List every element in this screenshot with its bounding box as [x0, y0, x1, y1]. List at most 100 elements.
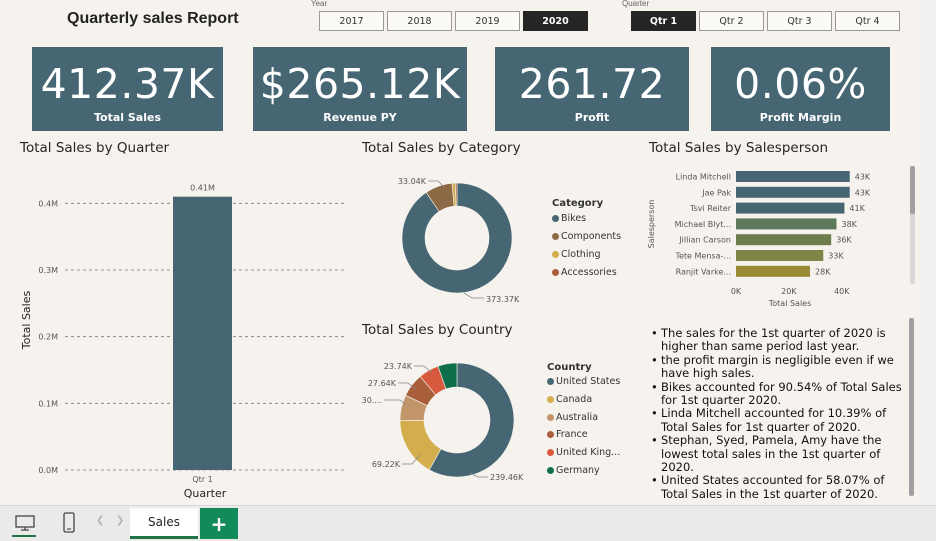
kpi-profit-card[interactable]: 261.72 Profit — [495, 47, 689, 131]
slice-data-label: 27.64K — [368, 379, 397, 388]
kpi-revenue-py-card[interactable]: $265.12K Revenue PY — [253, 47, 467, 131]
slice-data-label: 373.37K — [486, 295, 520, 304]
country-legend-item[interactable]: Canada — [547, 391, 620, 409]
smart-narrative: • The sales for the 1st quarter of 2020 i… — [651, 327, 903, 499]
quarter-option-qtr1[interactable]: Qtr 1 — [631, 11, 696, 31]
kpi-profit-margin-label: Profit Margin — [759, 111, 842, 124]
x-axis-title: Total Sales — [768, 299, 812, 308]
salesperson-value-label: 41K — [849, 204, 865, 213]
legend-dot — [547, 413, 554, 421]
bar-data-label: 0.41M — [190, 184, 215, 193]
legend-dot — [547, 396, 554, 404]
y-tick-label: 0.4M — [38, 199, 58, 208]
quarter-slicer: Qtr 1 Qtr 2 Qtr 3 Qtr 4 — [631, 11, 900, 31]
salesperson-bar — [736, 265, 811, 277]
legend-label: Accessories — [561, 266, 617, 278]
bullet: • — [651, 473, 658, 488]
salesperson-value-label: 43K — [855, 173, 871, 182]
kpi-revenue-py-value: $265.12K — [259, 60, 461, 108]
narrative-scroll-thumb[interactable] — [909, 318, 914, 496]
salesperson-bar — [736, 202, 845, 214]
y-axis-title: Salesperson — [647, 200, 656, 249]
x-tick-label: 20K — [781, 287, 797, 296]
quarter-option-qtr2[interactable]: Qtr 2 — [699, 11, 764, 31]
y-axis-title: Total Sales — [20, 291, 33, 351]
canvas-scrollbar[interactable] — [920, 0, 936, 505]
x-tick-label: 40K — [834, 287, 850, 296]
narrative-text: The sales for the 1st quarter of 2020 is… — [661, 327, 886, 354]
category-donut-chart[interactable]: 373.37K 33.04K — [360, 160, 540, 320]
desktop-view-icon[interactable] — [13, 511, 37, 535]
quarter-option-qtr4[interactable]: Qtr 4 — [835, 11, 900, 31]
salesperson-name: Tsvi Reiter — [689, 204, 732, 213]
legend-label: United King... — [556, 447, 621, 459]
country-legend-item[interactable]: France — [547, 426, 620, 444]
next-page-icon[interactable]: ❯ — [116, 515, 124, 526]
kpi-profit-margin-value: 0.06% — [734, 60, 867, 108]
legend-label: United States — [556, 376, 621, 388]
legend-dot — [547, 431, 554, 439]
country-legend-item[interactable]: United King... — [547, 444, 620, 462]
salesperson-bar — [736, 186, 850, 198]
country-legend-item[interactable]: Germany — [547, 461, 620, 479]
year-option-2020[interactable]: 2020 — [523, 11, 588, 31]
report-title: Quarterly sales Report — [67, 10, 239, 27]
x-tick-label: 0K — [731, 287, 742, 296]
leader-line — [463, 292, 484, 299]
bullet: • — [651, 433, 658, 448]
mobile-view-icon[interactable] — [57, 511, 81, 535]
salesperson-value-label: 28K — [815, 267, 831, 276]
year-option-2017[interactable]: 2017 — [319, 11, 384, 31]
slice-data-label: 239.46K — [490, 473, 524, 482]
category-legend-item[interactable]: Components — [552, 227, 621, 245]
bullet: • — [651, 406, 658, 421]
salesperson-name: Jae Pak — [701, 188, 731, 197]
kpi-profit-value: 261.72 — [518, 60, 666, 108]
bar-qtr-1 — [173, 196, 232, 470]
desktop-view-indicator — [12, 535, 36, 537]
category-legend-item[interactable]: Clothing — [552, 245, 621, 263]
country-legend: United States Canada Australia France United… — [547, 373, 620, 479]
legend-label: Components — [561, 230, 622, 242]
category-legend-item[interactable]: Accessories — [552, 263, 621, 281]
year-option-2018[interactable]: 2018 — [387, 11, 452, 31]
kpi-profit-label: Profit — [574, 111, 610, 124]
narrative-item: • United States accounted for 58.07% of T… — [651, 474, 903, 499]
y-tick-label: 0.2M — [38, 333, 58, 342]
legend-label: France — [556, 429, 588, 441]
category-legend-item[interactable]: Bikes — [552, 209, 621, 227]
tab-sales[interactable]: Sales — [130, 508, 198, 539]
y-tick-label: 0.1M — [38, 399, 58, 408]
category-legend: Bikes Components Clothing Accessories — [552, 209, 621, 281]
legend-dot — [547, 466, 554, 474]
bullet: • — [651, 352, 658, 367]
narrative-item: • Bikes accounted for 90.54% of Total Sal… — [651, 379, 903, 408]
salesperson-name: Michael Blyt... — [675, 220, 731, 229]
country-legend-item[interactable]: United States — [547, 373, 620, 391]
legend-dot — [552, 232, 559, 240]
legend-label: Australia — [556, 411, 599, 423]
x-tick-label: Qtr 1 — [192, 475, 212, 484]
previous-page-icon[interactable]: ❮ — [96, 515, 104, 526]
page-tab-bar: ❮ ❯ Sales + — [0, 505, 936, 541]
salesperson-bar — [736, 250, 824, 261]
bullet: • — [651, 379, 658, 394]
salesperson-bar-chart[interactable]: Linda Mitchell 43K Jae Pak 43K Tsvi Reiter 41… — [640, 160, 910, 315]
year-option-2019[interactable]: 2019 — [455, 11, 520, 31]
quarter-bar-chart[interactable]: 0.0M 0.1M 0.2M 0.3M 0.4M 0.41M Qtr 1 Quarter Tot… — [0, 160, 360, 505]
slice-data-label: 23.74K — [384, 362, 413, 371]
legend-dot — [552, 268, 559, 276]
quarter-option-qtr3[interactable]: Qtr 3 — [767, 11, 832, 31]
country-legend-item[interactable]: Australia — [547, 408, 620, 426]
country-donut-chart[interactable]: 239.46K 69.22K 30.... 27.64K 23.74K — [360, 345, 540, 505]
kpi-total-sales-card[interactable]: 412.37K Total Sales — [32, 47, 223, 131]
bullet: • — [651, 327, 658, 340]
kpi-profit-margin-card[interactable]: 0.06% Profit Margin — [711, 47, 890, 131]
narrative-item: • Stephan, Syed, Pamela, Amy have the low… — [651, 434, 903, 474]
salesperson-scroll-thumb[interactable] — [910, 166, 915, 214]
legend-label: Bikes — [561, 212, 587, 224]
y-tick-label: 0.3M — [38, 266, 58, 275]
add-page-button[interactable]: + — [200, 508, 238, 539]
legend-dot — [547, 378, 554, 386]
year-slicer: 2017 2018 2019 2020 — [319, 11, 588, 31]
